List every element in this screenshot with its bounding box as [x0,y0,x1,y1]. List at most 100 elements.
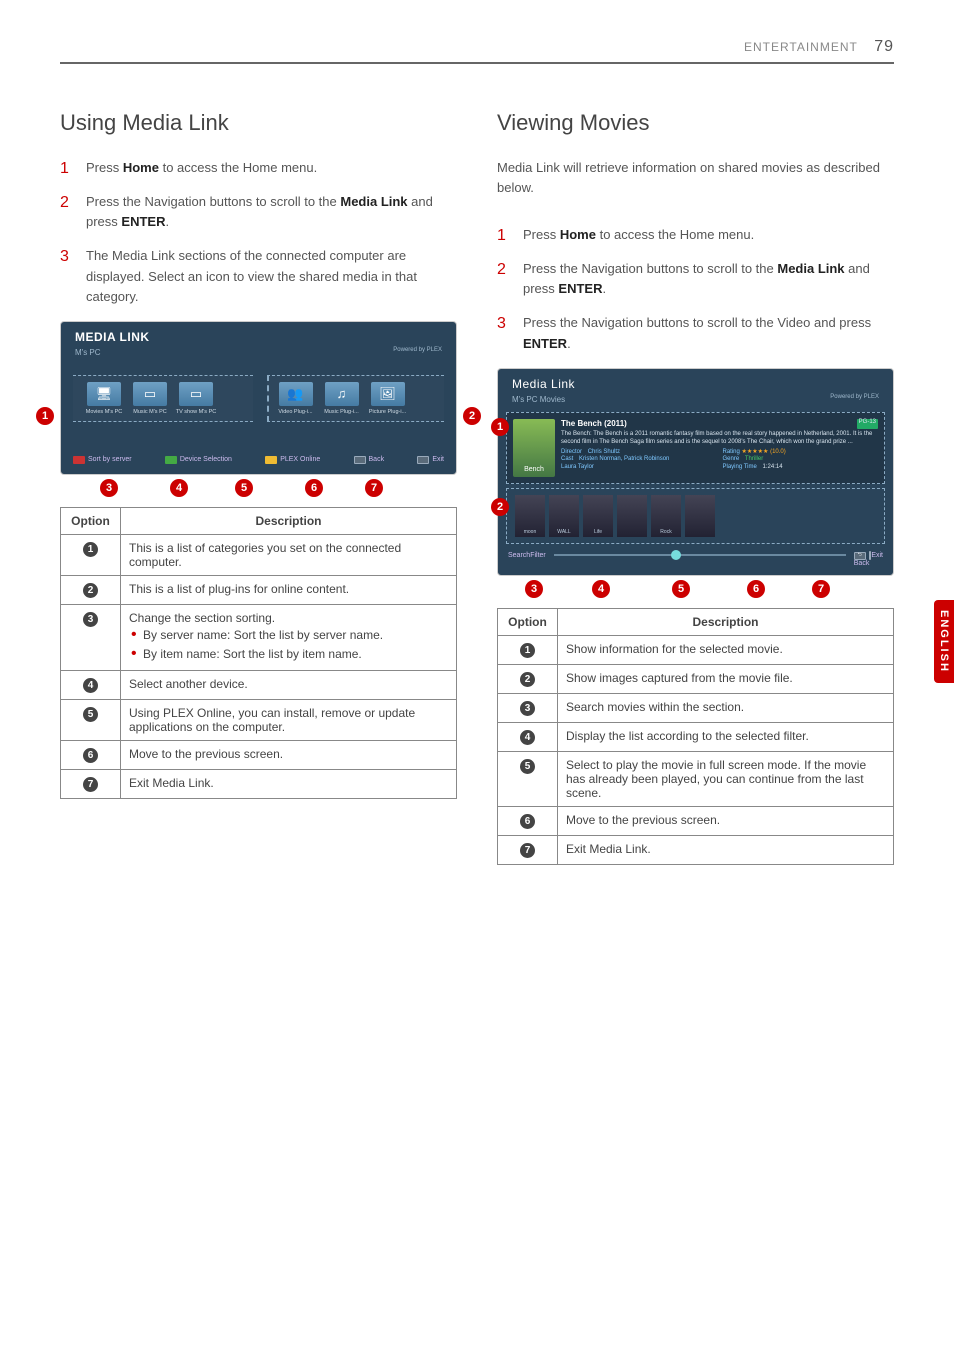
category-icon: 🖼 [371,382,405,406]
step-item: Press the Navigation buttons to scroll t… [497,313,894,353]
color-key-icon [165,456,177,464]
option-number: 2 [83,583,98,598]
option-description: Show information for the selected movie. [558,635,894,664]
option-description: Select to play the movie in full screen … [558,751,894,806]
thumbnail[interactable]: Life [583,495,613,537]
table-row: 1 This is a list of categories you set on… [61,534,457,575]
sshot-sub: M's PC [75,348,442,357]
option-description: Using PLEX Online, you can install, remo… [121,700,457,741]
callout-6: 6 [305,479,323,497]
movie-info-pane: Bench The Bench (2011) PG-13 The Bench: … [506,412,885,484]
callout-6: 6 [747,580,765,598]
option-description: Show images captured from the movie file… [558,664,894,693]
thumbnail[interactable]: WALL [549,495,579,537]
table-row: 4Display the list according to the selec… [498,722,894,751]
category-label: Movies M's PC [83,409,125,415]
callout-1: 1 [491,418,509,436]
category-label: Music Plug-i... [321,409,363,415]
movie-poster: Bench [513,419,555,477]
table-row: 7 Exit Media Link. [498,835,894,864]
sshot-title: MEDIA LINK [75,330,442,344]
step-item: Press the Navigation buttons to scroll t… [497,259,894,299]
thumbnail[interactable] [617,495,647,537]
callout-5: 5 [235,479,253,497]
category-item[interactable]: ▭ TV show M's PC [175,382,217,415]
step-item: Press the Navigation buttons to scroll t… [60,192,457,232]
option-number: 1 [83,542,98,557]
callout-2: 2 [463,407,481,425]
color-key-icon [417,456,429,464]
right-steps: Press Home to access the Home menu. Pres… [497,225,894,354]
th-option: Option [61,507,121,534]
th-option: Option [498,608,558,635]
category-item[interactable]: 🖥 Movies M's PC [83,382,125,415]
footer-item[interactable]: PLEX Online [265,456,320,464]
category-icon: 🖥 [87,382,121,406]
header-divider [60,62,894,64]
sshot-title: Media Link [512,377,879,391]
sshot-sub: M's PC Movies [512,395,879,404]
category-icon: 👥 [279,382,313,406]
footer-item[interactable]: Device Selection [165,456,232,464]
plex-attribution: Powered by PLEX [393,347,442,353]
option-number: 5 [520,759,535,774]
option-description: Exit Media Link. [558,835,894,864]
movie-thumbnails: moonWALLLife Rock [506,488,885,544]
section-name: ENTERTAINMENT [744,40,858,54]
footer-item[interactable]: Exit [417,456,444,464]
option-number: 4 [520,730,535,745]
thumbnail[interactable]: moon [515,495,545,537]
option-description: This is a list of plug-ins for online co… [121,575,457,604]
footer-item[interactable]: Back [354,456,385,464]
option-number: 7 [520,843,535,858]
option-number: 6 [520,814,535,829]
right-column: Viewing Movies Media Link will retrieve … [497,110,894,865]
option-description: This is a list of categories you set on … [121,534,457,575]
footer-item[interactable]: Sort by server [73,456,132,464]
callout-3: 3 [525,580,543,598]
step-item: The Media Link sections of the connected… [60,246,457,306]
rating-tag: PG-13 [857,419,878,429]
table-row: 6Move to the previous screen. [498,806,894,835]
table-row: 6Move to the previous screen. [61,741,457,770]
callout-7: 7 [365,479,383,497]
th-description: Description [121,507,457,534]
category-icon: ▭ [179,382,213,406]
thumbnail[interactable]: Rock [651,495,681,537]
option-number: 2 [520,672,535,687]
table-row: 2 This is a list of plug-ins for online c… [61,575,457,604]
category-icon: ♫ [325,382,359,406]
option-description: Change the section sorting.By server nam… [121,604,457,671]
category-label: TV show M's PC [175,409,217,415]
left-column: Using Media Link Press Home to access th… [60,110,457,865]
color-key-icon [354,456,366,464]
option-description: Search movies within the section. [558,693,894,722]
callout-1: 1 [36,407,54,425]
category-item[interactable]: 👥 Video Plug-i... [275,382,317,415]
screenshot-footer-bar: Search Filter ⮌Back Exit [498,546,893,575]
color-key-icon [73,456,85,464]
left-heading: Using Media Link [60,110,457,136]
page-header: ENTERTAINMENT 79 [744,38,894,56]
category-item[interactable]: ▭Music M's PC [129,382,171,415]
table-row: 5 Using PLEX Online, you can install, rem… [61,700,457,741]
step-item: Press Home to access the Home menu. [60,158,457,178]
color-key-icon [265,456,277,464]
thumbnail[interactable] [685,495,715,537]
category-item[interactable]: ♫ Music Plug-i... [321,382,363,415]
category-group-plugins: 👥 Video Plug-i... ♫ Music Plug-i... 🖼 Picture… [267,375,445,422]
slider-icon [554,552,846,558]
option-number: 3 [83,612,98,627]
option-number: 5 [83,707,98,722]
category-item[interactable]: 🖼 Picture Plug-i... [367,382,409,415]
option-number: 1 [520,643,535,658]
category-label: Music M's PC [129,409,171,415]
table-row: 5 Select to play the movie in full screen… [498,751,894,806]
step-item: Press Home to access the Home menu. [497,225,894,245]
plex-attribution: Powered by PLEX [830,394,879,400]
category-label: Video Plug-i... [275,409,317,415]
option-description: Exit Media Link. [121,770,457,799]
language-tab: ENGLISH [934,600,954,683]
callout-4: 4 [170,479,188,497]
category-label: Picture Plug-i... [367,409,409,415]
